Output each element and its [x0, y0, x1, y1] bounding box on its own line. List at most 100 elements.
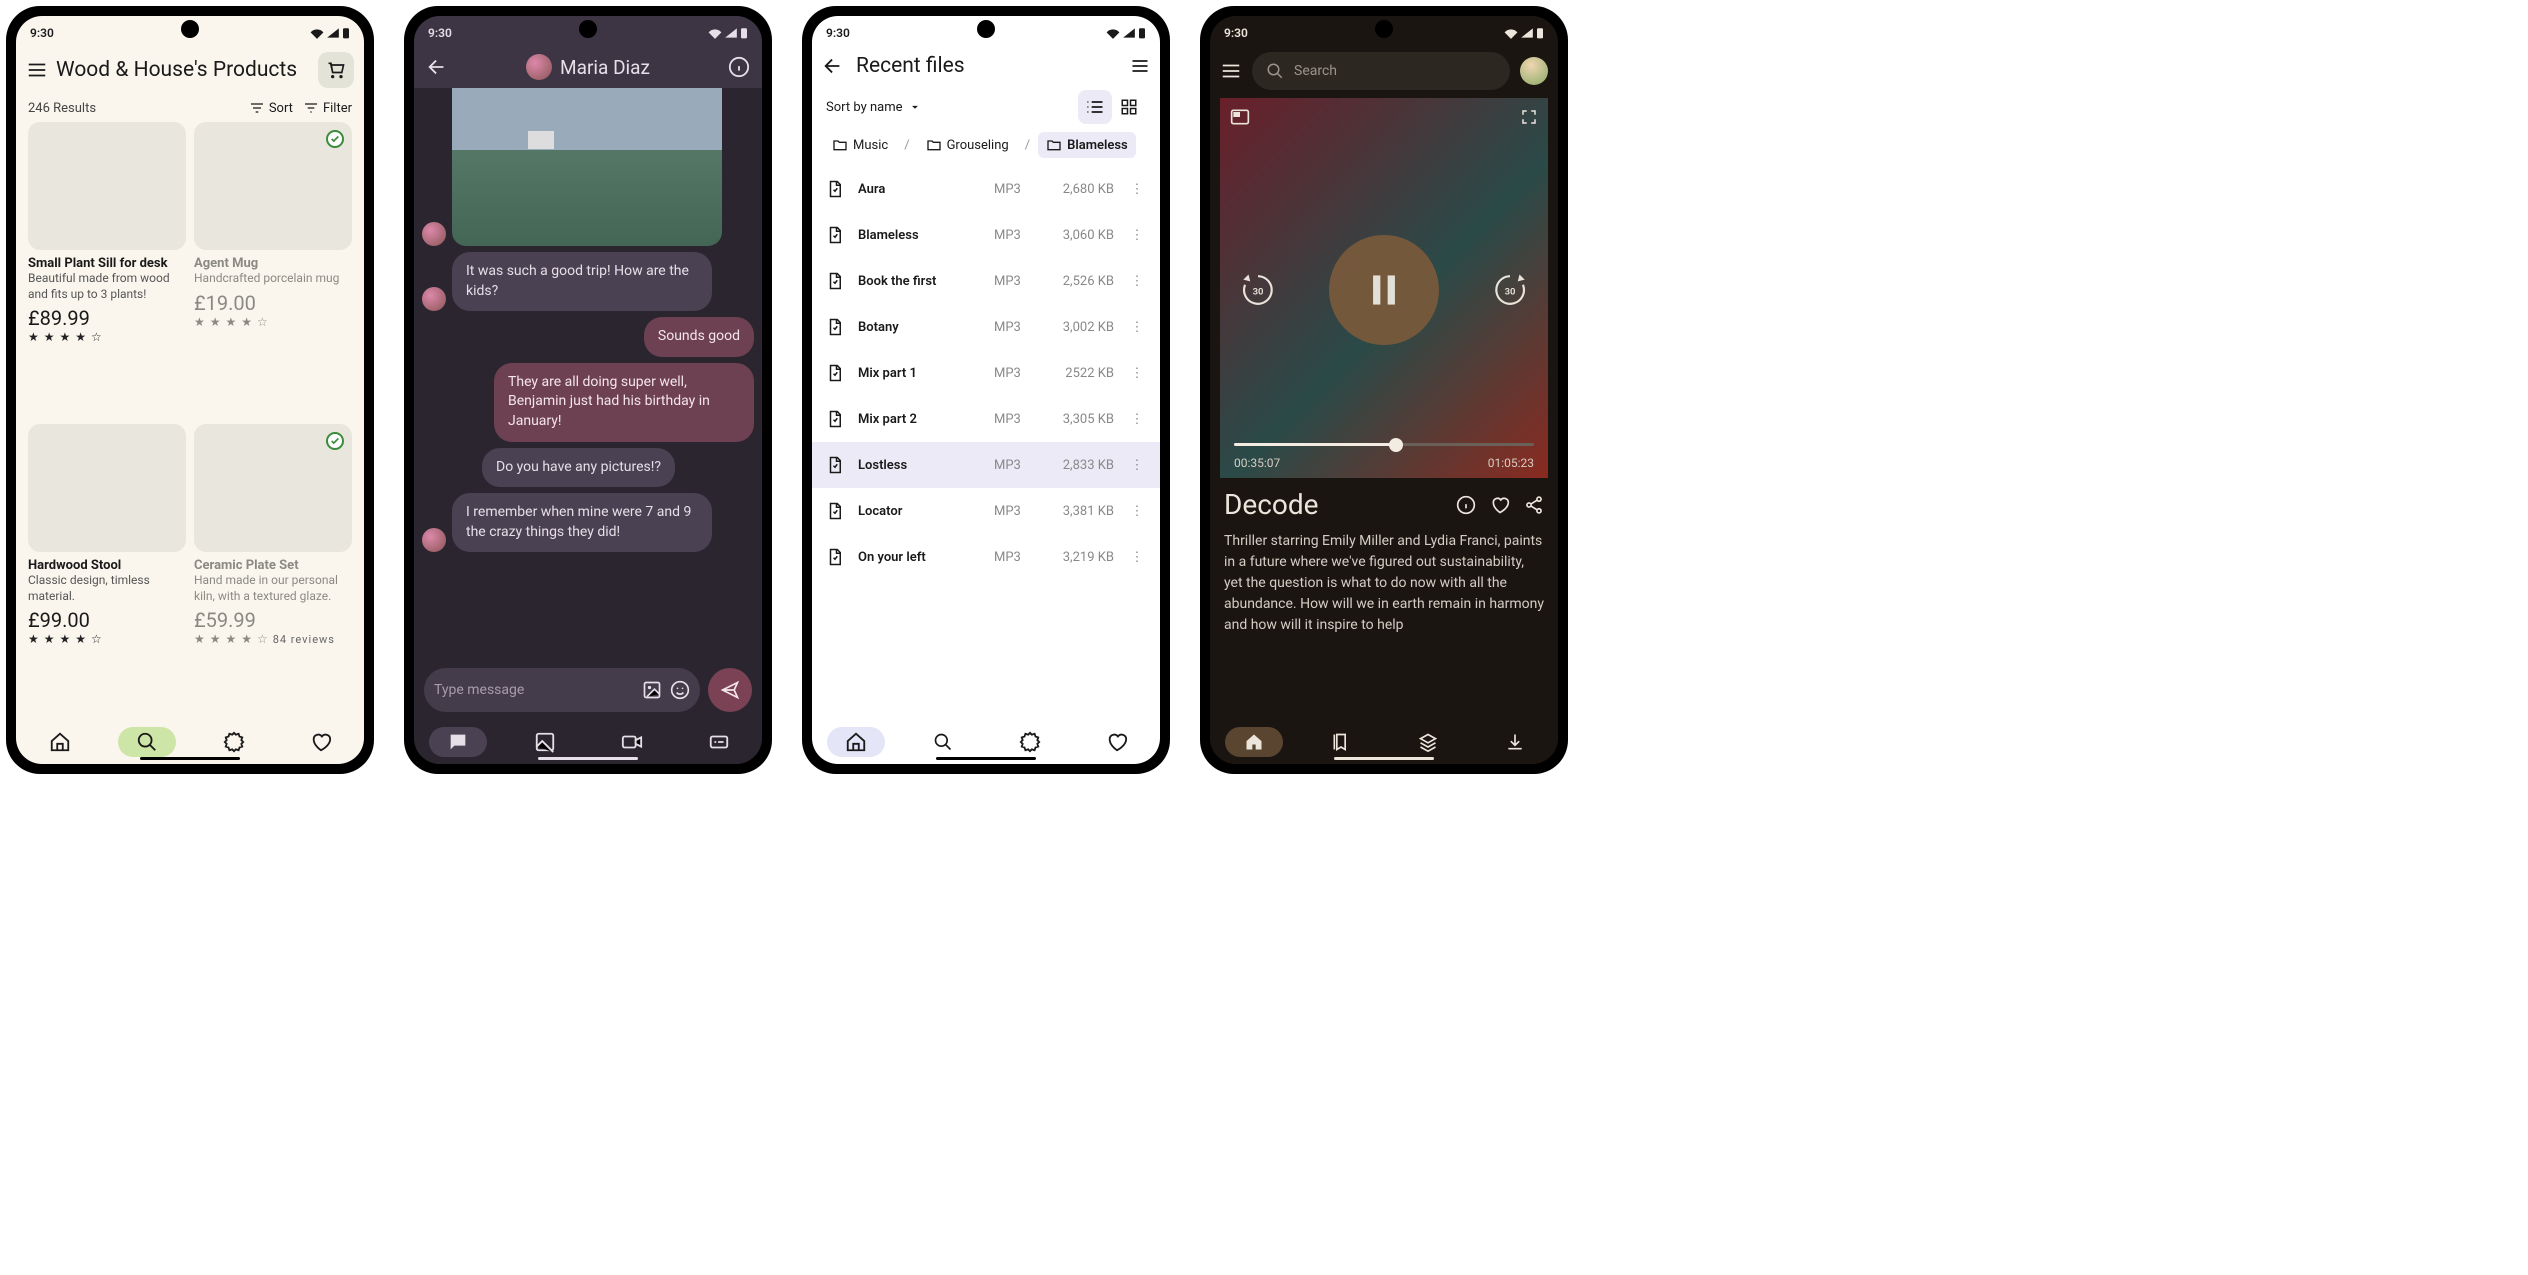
message-bubble[interactable]: Do you have any pictures!?: [482, 448, 675, 488]
nav-gallery[interactable]: [516, 727, 574, 757]
message-row: They are all doing super well, Benjamin …: [422, 363, 754, 442]
file-row[interactable]: Book the first MP3 2,526 KB ⋮: [812, 258, 1160, 304]
menu-icon[interactable]: [1220, 60, 1242, 82]
message-bubble[interactable]: It was such a good trip! How are the kid…: [452, 252, 712, 311]
nav-library[interactable]: [1312, 727, 1370, 757]
emoji-icon[interactable]: [670, 680, 690, 700]
more-icon[interactable]: ⋮: [1128, 320, 1146, 335]
search-input[interactable]: Search: [1252, 52, 1510, 90]
more-icon[interactable]: ⋮: [1128, 182, 1146, 197]
grid-view-button[interactable]: [1112, 90, 1146, 124]
sort-button[interactable]: Sort by name: [826, 100, 1078, 115]
svg-text:30: 30: [1505, 286, 1516, 297]
share-icon[interactable]: [1524, 495, 1544, 515]
image-icon[interactable]: [642, 680, 662, 700]
gesture-bar: [1334, 757, 1434, 760]
rewind-30-button[interactable]: 30: [1239, 271, 1277, 309]
list-view-button[interactable]: [1078, 90, 1112, 124]
forward-30-button[interactable]: 30: [1491, 271, 1529, 309]
filter-button[interactable]: Filter: [303, 100, 352, 116]
gesture-bar: [936, 757, 1036, 760]
image-message[interactable]: [452, 88, 722, 246]
more-icon[interactable]: ⋮: [1128, 504, 1146, 519]
file-row[interactable]: Mix part 2 MP3 3,305 KB ⋮: [812, 396, 1160, 442]
cart-button[interactable]: [318, 52, 354, 88]
more-icon[interactable]: ⋮: [1128, 550, 1146, 565]
file-name: On your left: [858, 550, 980, 565]
file-size: 3,305 KB: [1046, 412, 1114, 427]
file-row[interactable]: Blameless MP3 3,060 KB ⋮: [812, 212, 1160, 258]
nav-layers[interactable]: [1399, 727, 1457, 757]
product-card[interactable]: Agent Mug Handcrafted porcelain mug £19.…: [194, 122, 352, 418]
nav-verified[interactable]: [1001, 727, 1059, 757]
nav-favorites[interactable]: [1088, 727, 1146, 757]
sort-button[interactable]: Sort: [249, 100, 293, 116]
message-bubble[interactable]: Sounds good: [644, 317, 754, 357]
product-card[interactable]: Small Plant Sill for desk Beautiful made…: [28, 122, 186, 418]
file-name: Locator: [858, 504, 980, 519]
file-row[interactable]: Mix part 1 MP3 2522 KB ⋮: [812, 350, 1160, 396]
breadcrumb-separator: /: [904, 138, 909, 153]
product-grid: Small Plant Sill for desk Beautiful made…: [16, 122, 364, 720]
file-row[interactable]: Aura MP3 2,680 KB ⋮: [812, 166, 1160, 212]
result-count: 246 Results: [28, 101, 239, 116]
progress-bar[interactable]: 00:35:07 01:05:23: [1220, 443, 1548, 478]
search-placeholder: Search: [1294, 63, 1337, 79]
gesture-bar: [140, 757, 240, 760]
message-bubble[interactable]: I remember when mine were 7 and 9 the cr…: [452, 493, 712, 552]
nav-home[interactable]: [827, 727, 885, 757]
menu-icon[interactable]: [26, 59, 48, 81]
breadcrumb-item[interactable]: Music: [824, 132, 896, 158]
nav-deals[interactable]: [205, 727, 263, 757]
product-description: Hand made in our personal kiln, with a t…: [194, 573, 352, 604]
contact-avatar[interactable]: [526, 54, 552, 80]
back-icon[interactable]: [822, 55, 844, 77]
nav-card[interactable]: [690, 727, 748, 757]
status-time: 9:30: [30, 26, 54, 40]
nav-home[interactable]: [31, 727, 89, 757]
more-icon[interactable]: ⋮: [1128, 412, 1146, 427]
sort-row: Sort by name: [812, 86, 1160, 132]
menu-icon[interactable]: [1130, 56, 1150, 76]
more-icon[interactable]: ⋮: [1128, 228, 1146, 243]
product-rating: ★ ★ ★ ★ ☆: [28, 632, 186, 646]
file-icon: [826, 502, 844, 520]
nav-search[interactable]: [118, 727, 176, 757]
file-icon: [826, 272, 844, 290]
more-icon[interactable]: ⋮: [1128, 458, 1146, 473]
file-row[interactable]: Locator MP3 3,381 KB ⋮: [812, 488, 1160, 534]
nav-chat[interactable]: [429, 727, 487, 757]
product-card[interactable]: Hardwood Stool Classic design, timless m…: [28, 424, 186, 720]
file-type: MP3: [994, 550, 1032, 565]
file-row[interactable]: Lostless MP3 2,833 KB ⋮: [812, 442, 1160, 488]
more-icon[interactable]: ⋮: [1128, 366, 1146, 381]
file-row[interactable]: Botany MP3 3,002 KB ⋮: [812, 304, 1160, 350]
file-size: 2,833 KB: [1046, 458, 1114, 473]
file-type: MP3: [994, 228, 1032, 243]
back-icon[interactable]: [426, 56, 448, 78]
info-icon[interactable]: [1456, 495, 1476, 515]
more-icon[interactable]: ⋮: [1128, 274, 1146, 289]
file-row[interactable]: On your left MP3 3,219 KB ⋮: [812, 534, 1160, 580]
nav-download[interactable]: [1486, 727, 1544, 757]
fullscreen-icon[interactable]: [1520, 108, 1538, 126]
nav-favorites[interactable]: [292, 727, 350, 757]
info-icon[interactable]: [728, 56, 750, 78]
send-button[interactable]: [708, 668, 752, 712]
profile-avatar[interactable]: [1520, 57, 1548, 85]
message-bubble[interactable]: They are all doing super well, Benjamin …: [494, 363, 754, 442]
file-name: Book the first: [858, 274, 980, 289]
favorite-icon[interactable]: [1490, 495, 1510, 515]
message-row: Sounds good: [422, 317, 754, 357]
pause-button[interactable]: [1329, 235, 1439, 345]
breadcrumb-item[interactable]: Grouseling: [918, 132, 1017, 158]
breadcrumb-item[interactable]: Blameless: [1038, 132, 1136, 158]
check-icon: [326, 130, 344, 148]
message-input[interactable]: Type message: [424, 668, 700, 712]
pip-icon[interactable]: [1230, 108, 1250, 126]
product-card[interactable]: Ceramic Plate Set Hand made in our perso…: [194, 424, 352, 720]
product-price: £89.99: [28, 306, 186, 330]
nav-search[interactable]: [914, 727, 972, 757]
nav-home[interactable]: [1225, 727, 1283, 757]
nav-video[interactable]: [603, 727, 661, 757]
